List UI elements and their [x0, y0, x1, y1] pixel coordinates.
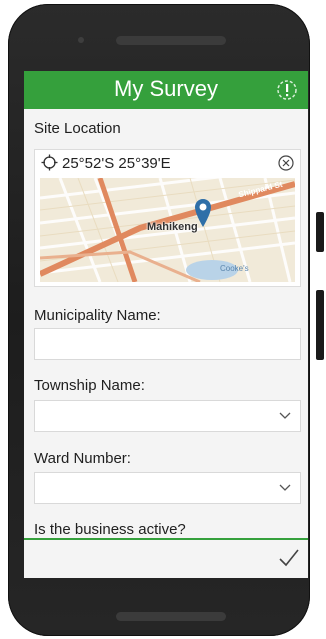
target-icon[interactable] [41, 154, 58, 171]
front-camera [78, 37, 84, 43]
app-screen: My Survey Site Location 25°52'S 25°39'E [24, 71, 308, 578]
survey-footer [24, 538, 308, 578]
location-card[interactable]: 25°52'S 25°39'E Mahikeng Shippard St Coo… [34, 149, 301, 287]
chevron-down-icon [279, 484, 291, 491]
municipality-label: Municipality Name: [34, 307, 161, 324]
app-header: My Survey [24, 71, 308, 109]
ward-label: Ward Number: [34, 450, 131, 467]
alert-icon[interactable] [276, 79, 298, 101]
map-water-label: Cooke's [220, 264, 249, 273]
app-title: My Survey [114, 76, 218, 101]
map-town-label: Mahikeng [147, 221, 198, 233]
clear-icon[interactable] [278, 155, 294, 171]
earpiece-speaker [116, 36, 226, 45]
bottom-speaker [116, 612, 226, 621]
checkmark-icon[interactable] [278, 548, 300, 568]
site-location-label: Site Location [34, 120, 121, 137]
chevron-down-icon [279, 412, 291, 419]
municipality-input[interactable] [34, 328, 301, 360]
coordinates-row: 25°52'S 25°39'E [41, 154, 171, 172]
location-map[interactable]: Mahikeng Shippard St Cooke's [40, 178, 295, 282]
ward-select[interactable] [34, 472, 301, 504]
township-select[interactable] [34, 400, 301, 432]
business-active-label: Is the business active? [34, 521, 186, 538]
power-button [316, 290, 324, 360]
volume-button [316, 212, 324, 252]
township-label: Township Name: [34, 377, 145, 394]
coordinates-text: 25°52'S 25°39'E [62, 155, 171, 172]
